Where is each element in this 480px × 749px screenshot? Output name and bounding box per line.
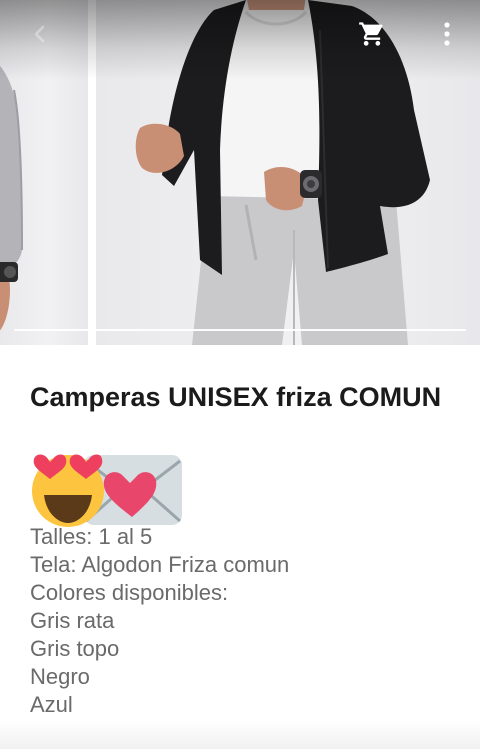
emoji-graphics	[32, 454, 182, 527]
detail-color-negro: Negro	[30, 664, 90, 689]
more-options-button[interactable]	[427, 14, 467, 54]
detail-sizes: Talles: 1 al 5	[30, 524, 153, 549]
detail-colors-heading: Colores disponibles:	[30, 580, 229, 605]
detail-fabric: Tela: Algodon Friza comun	[30, 552, 290, 577]
back-button[interactable]	[20, 14, 60, 54]
gallery-scroll-indicator	[14, 329, 466, 331]
detail-color-azul: Azul	[30, 692, 73, 717]
cart-button[interactable]	[352, 14, 392, 54]
toolbar-scrim	[0, 0, 480, 80]
product-title: Camperas UNISEX friza COMUN	[30, 382, 442, 412]
product-screen: Camperas UNISEX friza COMUN Talles: 1 al…	[0, 0, 480, 749]
heart-eyes-emoji	[32, 454, 104, 527]
more-vertical-icon	[444, 22, 450, 46]
detail-color-gris-rata: Gris rata	[30, 608, 115, 633]
product-info: Camperas UNISEX friza COMUN Talles: 1 al…	[0, 345, 480, 749]
chevron-left-icon	[34, 25, 45, 43]
scroll-fade	[0, 721, 480, 749]
emoji-row	[28, 451, 188, 531]
detail-color-gris-topo: Gris topo	[30, 636, 120, 661]
shopping-cart-icon	[359, 22, 383, 46]
product-image-gallery[interactable]	[0, 0, 480, 345]
product-details-list: Talles: 1 al 5 Tela: Algodon Friza comun…	[30, 523, 460, 719]
